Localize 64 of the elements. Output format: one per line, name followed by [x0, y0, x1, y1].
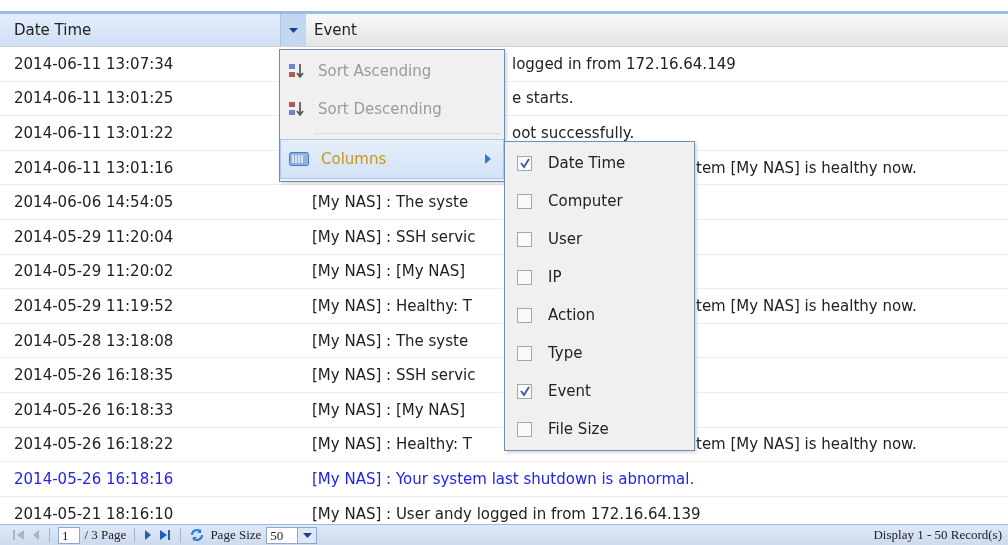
- column-toggle-item[interactable]: IP: [505, 258, 694, 296]
- checkbox[interactable]: [517, 345, 532, 361]
- checkbox[interactable]: [517, 193, 532, 209]
- table-cell: tem [My NAS] is healthy now.: [696, 158, 917, 177]
- checkbox[interactable]: [517, 155, 532, 171]
- page-number-field[interactable]: 1: [58, 526, 80, 544]
- record-count-label: Display 1 - 50 Record(s): [873, 527, 1002, 543]
- table-cell: [My NAS] : Healthy: T: [312, 435, 472, 454]
- checkbox[interactable]: [517, 383, 532, 399]
- column-toggle-item[interactable]: User: [505, 220, 694, 258]
- table-cell-text: 2014-05-29 11:20:02: [13, 262, 175, 281]
- table-cell: [My NAS] : Healthy: T: [312, 296, 472, 315]
- checkbox[interactable]: [517, 269, 532, 285]
- checkbox[interactable]: [517, 307, 532, 323]
- column-toggle-item[interactable]: Date Time: [505, 144, 694, 182]
- column-header[interactable]: Date Time: [0, 14, 280, 46]
- table-cell-text: 2014-06-11 13:07:34: [13, 54, 175, 73]
- first-page-icon[interactable]: [12, 529, 26, 541]
- table-cell: tem [My NAS] is healthy now.: [696, 296, 917, 315]
- column-header[interactable]: Event: [306, 14, 1008, 46]
- table-cell: [My NAS] : SSH servic: [312, 366, 476, 385]
- page-size-label: Page Size: [210, 527, 262, 543]
- table-cell-text: 2014-05-26 16:18:33: [13, 400, 175, 419]
- table-cell-text: 2014-06-06 14:54:05: [13, 193, 175, 212]
- column-toggle-item[interactable]: Type: [505, 334, 694, 372]
- columns-icon: [289, 152, 309, 166]
- table-cell: oot successfully.: [512, 124, 635, 142]
- table-cell-text: 2014-05-26 16:18:16: [13, 469, 175, 488]
- table-cell: e starts.: [512, 89, 574, 108]
- table-cell-text: 2014-05-29 11:20:04: [13, 227, 175, 246]
- table-cell-text: 2014-05-29 11:19:52: [13, 296, 175, 315]
- column-toggle-item[interactable]: Event: [505, 372, 694, 410]
- column-toggle-item[interactable]: Computer: [505, 182, 694, 220]
- previous-page-icon[interactable]: [31, 529, 41, 541]
- caret-icon: [302, 532, 312, 538]
- column-menu-button[interactable]: [280, 14, 306, 46]
- table-cell-text: 2014-05-26 16:18:22: [13, 435, 175, 454]
- caret-icon: [288, 27, 298, 33]
- table-cell: [My NAS] : Your system last shutdown is abnormal.: [312, 469, 695, 488]
- table-cell-text: 2014-06-11 13:01:16: [13, 158, 175, 177]
- refresh-icon[interactable]: [189, 528, 206, 542]
- table-cell: [My NAS] : [My NAS]: [312, 262, 466, 281]
- table-cell: tem [My NAS] is healthy now.: [696, 435, 917, 454]
- submenu-arrow-icon: [485, 154, 491, 164]
- page-size-select[interactable]: 50: [266, 526, 318, 544]
- table-cell-text: 2014-06-11 13:01:25: [13, 89, 175, 108]
- checkbox[interactable]: [517, 231, 532, 247]
- table-cell: [My NAS] : The syste: [312, 331, 469, 350]
- table-cell-text: 2014-05-28 13:18:08: [13, 331, 175, 350]
- column-toggle-item[interactable]: File Size: [505, 410, 694, 448]
- table-cell: [My NAS] : The syste: [312, 193, 469, 212]
- table-cell: [My NAS] : [My NAS]: [312, 400, 466, 419]
- sort-descending-icon: [288, 101, 306, 117]
- table-cell: logged in from 172.16.64.149: [512, 54, 736, 73]
- checkbox[interactable]: [517, 421, 532, 437]
- last-page-icon[interactable]: [158, 529, 173, 541]
- table-cell-text: 2014-05-21 18:16:10: [13, 504, 175, 523]
- column-toggle-item[interactable]: Action: [505, 296, 694, 334]
- table-cell: [My NAS] : User andy logged in from 172.16.64.139: [312, 504, 701, 523]
- page-total-label: / 3 Page: [84, 527, 127, 543]
- table-cell: [My NAS] : SSH servic: [312, 227, 476, 246]
- sort-ascending-icon: [288, 63, 306, 79]
- table-cell-text: 2014-06-11 13:01:22: [13, 124, 175, 142]
- table-cell-text: 2014-05-26 16:18:35: [13, 366, 175, 385]
